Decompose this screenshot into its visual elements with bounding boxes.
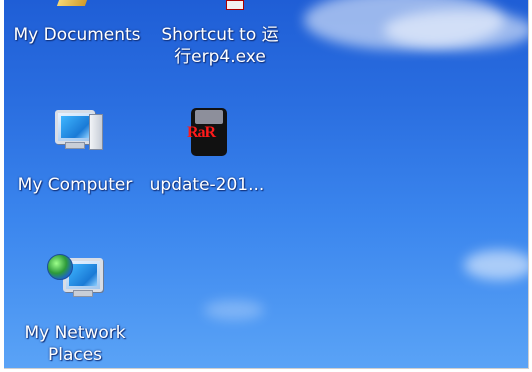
icon-label-line2: Places bbox=[47, 345, 103, 365]
desktop-icon-my-computer[interactable]: My Computer bbox=[4, 104, 150, 196]
desktop-icon-shortcut-erp4[interactable]: Shortcut to 运 行erp4.exe bbox=[140, 24, 300, 68]
desktop-icon-update-rar[interactable]: RaR update-201... bbox=[132, 104, 282, 196]
icon-label: update-201... bbox=[149, 175, 265, 195]
computer-icon bbox=[47, 104, 103, 160]
icon-label-line2: 行erp4.exe bbox=[174, 47, 266, 67]
rar-archive-icon: RaR bbox=[179, 104, 235, 160]
icon-label: My Documents bbox=[13, 25, 141, 45]
network-places-icon bbox=[47, 252, 103, 308]
desktop-background: My Documents Shortcut to 运 行erp4.exe My … bbox=[4, 0, 529, 369]
shortcut-exe-icon bbox=[226, 0, 244, 10]
icon-label-line1: Shortcut to 运 bbox=[161, 25, 279, 45]
icon-label-line1: My Network bbox=[24, 323, 126, 343]
documents-folder-icon bbox=[56, 0, 88, 6]
icon-label: My Computer bbox=[17, 175, 133, 195]
desktop-icon-my-documents[interactable]: My Documents bbox=[4, 24, 152, 46]
desktop-icon-my-network-places[interactable]: My Network Places bbox=[4, 252, 150, 366]
